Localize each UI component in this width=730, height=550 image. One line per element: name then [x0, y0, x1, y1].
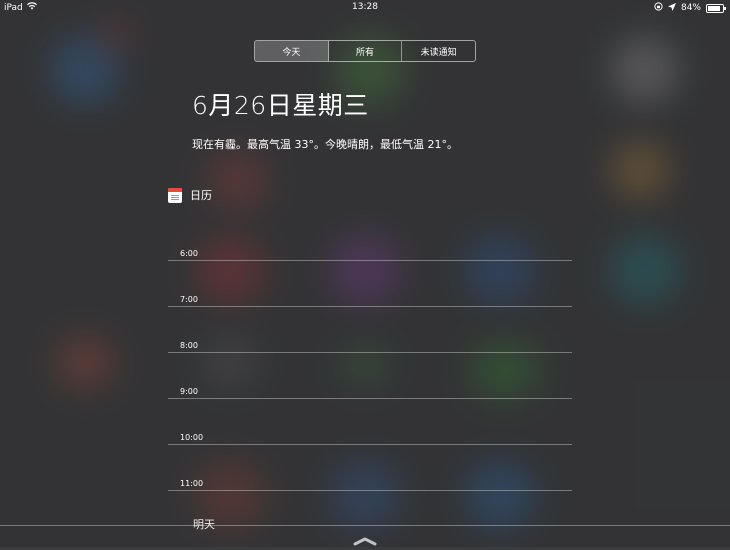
hour-label: 6:00: [180, 249, 198, 258]
blurred-home-screen: [0, 0, 730, 547]
notification-center-tabs: 今天 所有 未读通知: [254, 40, 476, 62]
hour-row: 11:00: [168, 477, 572, 493]
battery-percent: 84%: [680, 3, 701, 13]
calendar-icon: [168, 187, 182, 203]
tab-label: 所有: [356, 47, 375, 58]
hour-row: 7:00: [168, 293, 572, 309]
hour-label: 11:00: [180, 479, 204, 488]
status-bar: iPad 13:28 84%: [0, 0, 730, 15]
hour-label: 8:00: [180, 341, 198, 350]
chevron-up-icon[interactable]: [353, 531, 377, 546]
calendar-title: 日历: [190, 189, 212, 202]
status-time: 13:28: [352, 2, 378, 12]
hour-label: 9:00: [180, 387, 198, 396]
rotation-lock-icon: [654, 2, 663, 14]
divider: [0, 525, 730, 526]
calendar-section-header[interactable]: 日历: [168, 187, 212, 203]
tab-today[interactable]: 今天: [255, 41, 329, 61]
hour-label: 7:00: [180, 295, 198, 304]
hour-row: 8:00: [168, 339, 572, 355]
weather-summary: 现在有霾。最高气温 33°。今晚晴朗，最低气温 21°。: [192, 138, 458, 151]
battery-icon: [706, 3, 726, 13]
today-date: 6月26日星期三: [192, 91, 369, 120]
hour-row: 6:00: [168, 247, 572, 263]
hour-row: 10:00: [168, 431, 572, 447]
location-arrow-icon: [667, 2, 676, 14]
tab-label: 今天: [282, 47, 301, 58]
tab-all[interactable]: 所有: [329, 41, 403, 61]
tab-label: 未读通知: [420, 47, 457, 58]
tab-missed[interactable]: 未读通知: [402, 41, 475, 61]
tomorrow-header: 明天: [193, 518, 215, 531]
hour-label: 10:00: [180, 433, 204, 442]
hour-row: 9:00: [168, 385, 572, 401]
